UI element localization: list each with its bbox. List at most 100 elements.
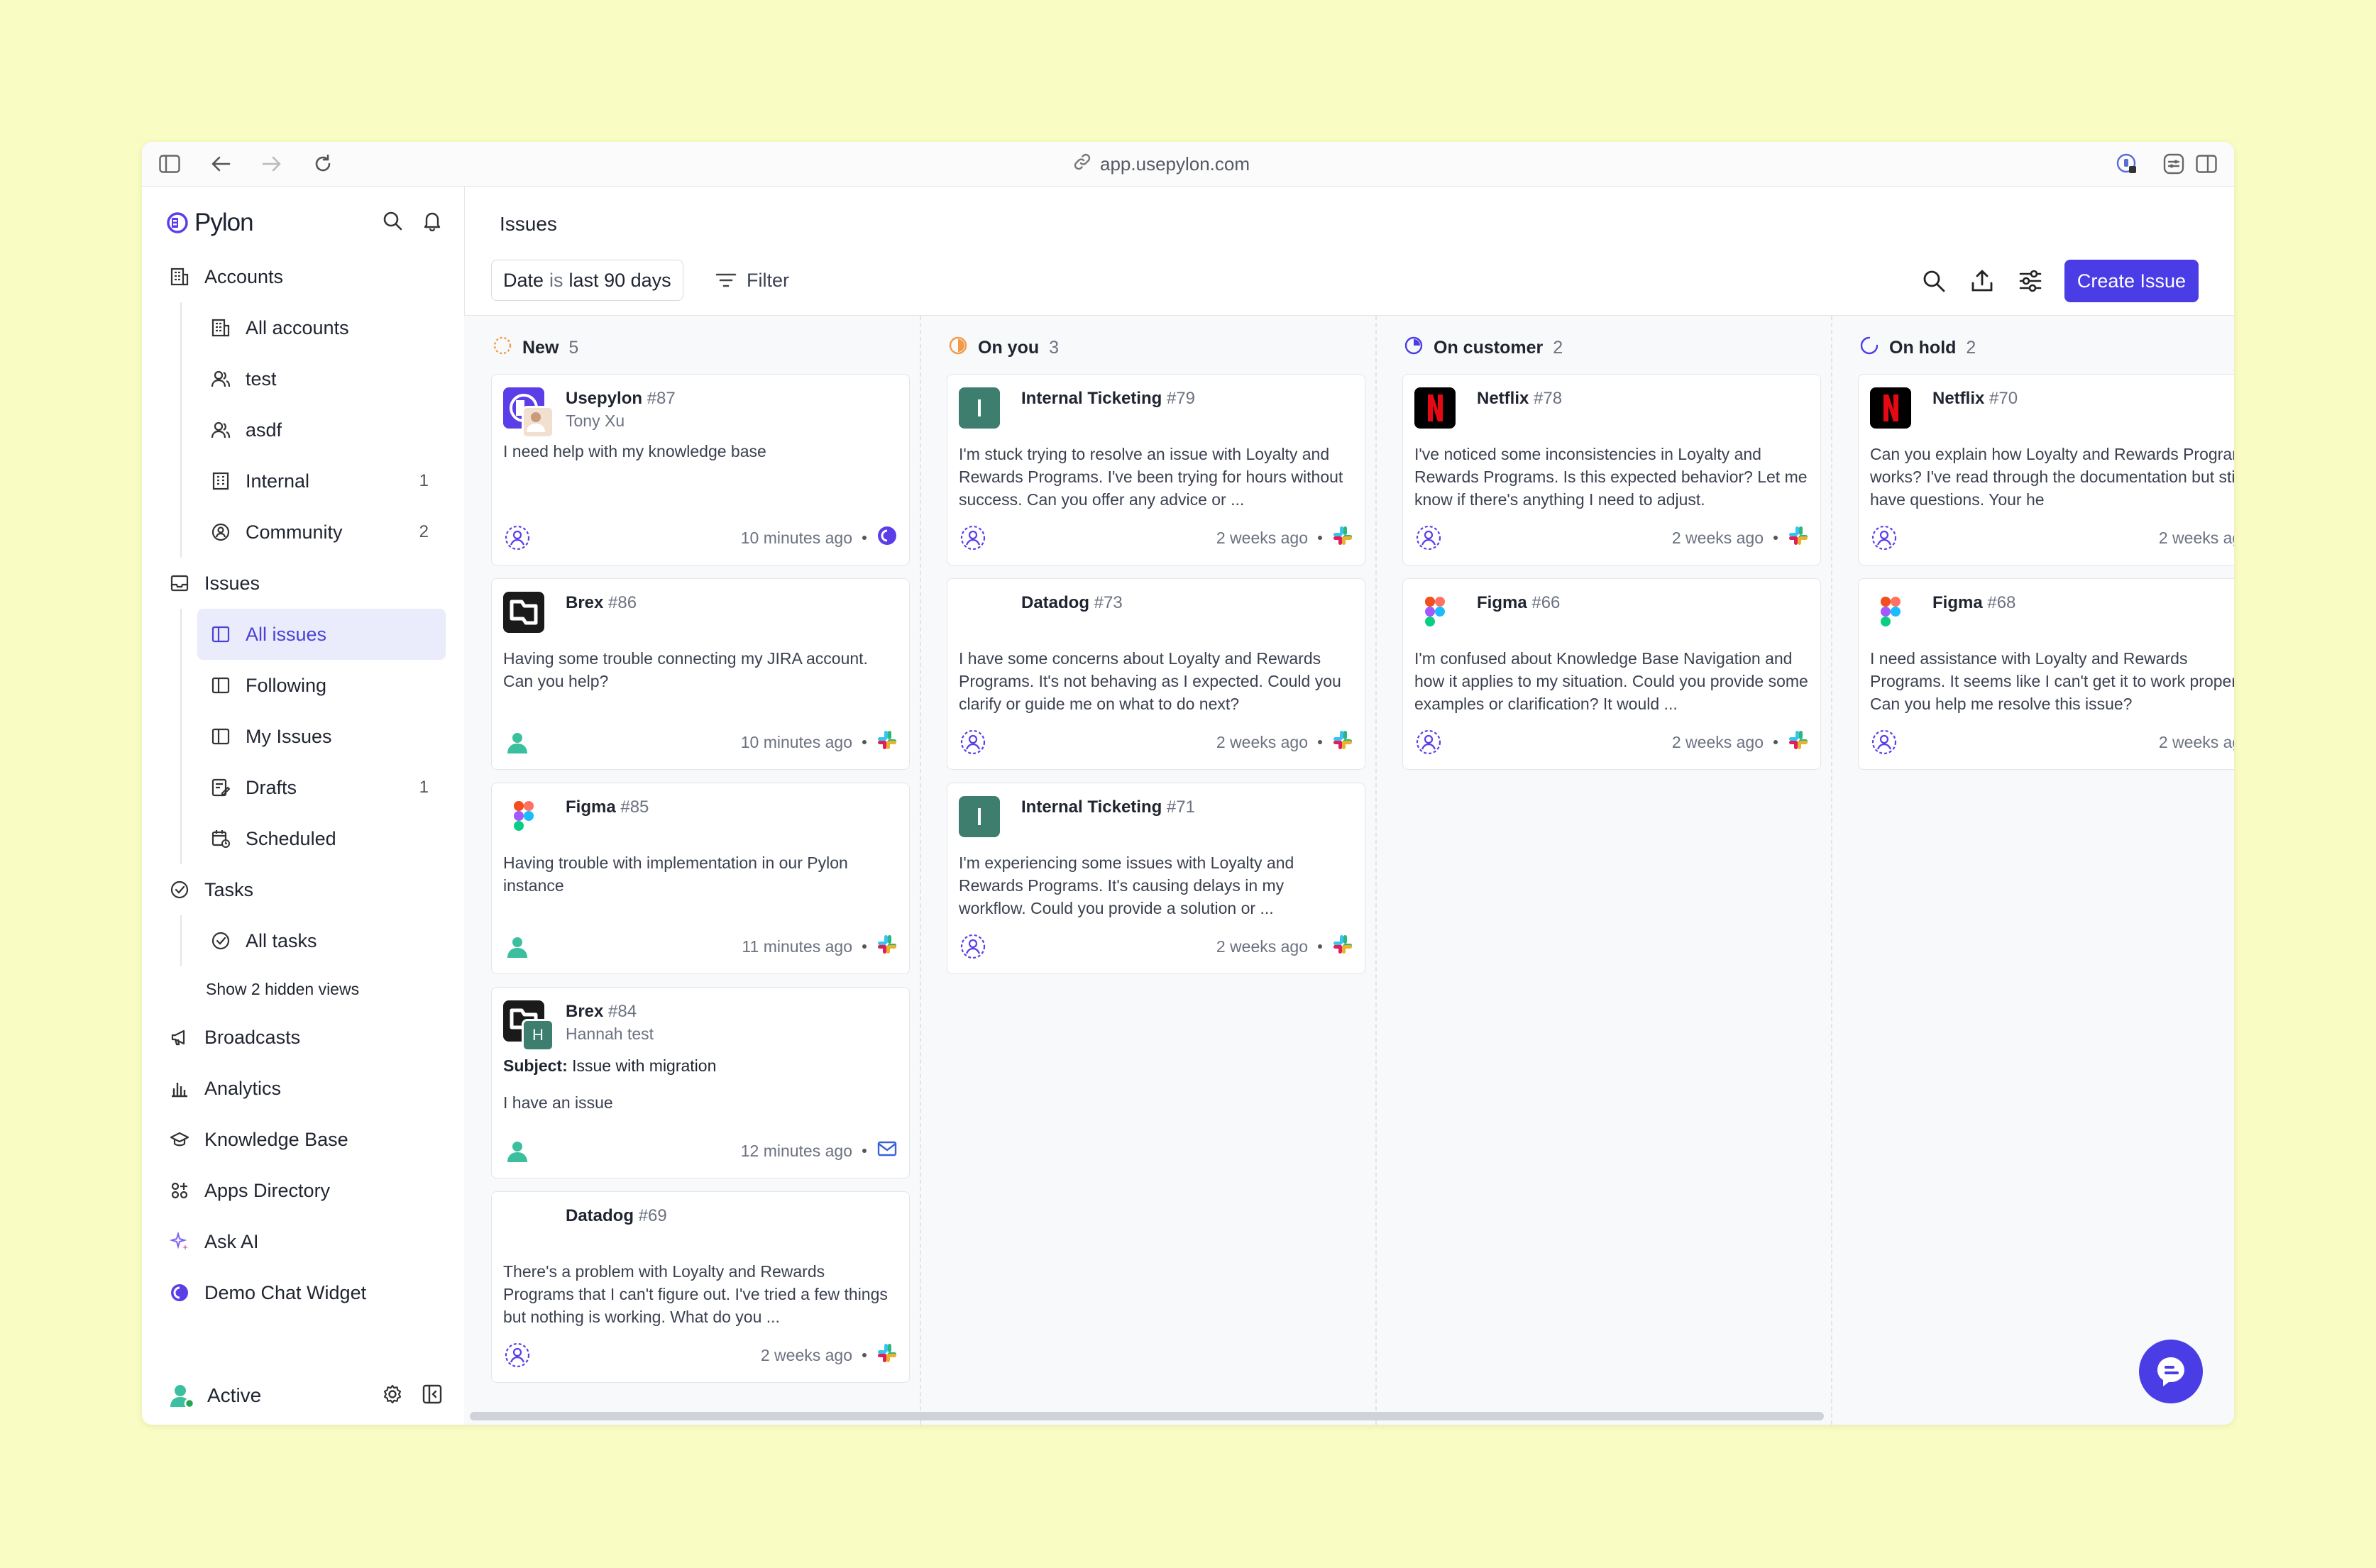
column-header[interactable]: On hold 2 bbox=[1859, 336, 1976, 360]
issue-number: #73 bbox=[1094, 593, 1123, 612]
board-column-new: New 5 Usepylon #87 Tony Xu I need help with … bbox=[464, 316, 921, 1425]
password-extension-icon[interactable] bbox=[2115, 152, 2139, 176]
issue-timestamp: 2 weeks ago bbox=[2158, 528, 2234, 547]
sidebar-item-label: Internal bbox=[246, 470, 310, 492]
assignee-icon[interactable] bbox=[503, 1341, 532, 1369]
separator-dot bbox=[862, 1353, 867, 1357]
split-view-icon[interactable] bbox=[2194, 152, 2218, 176]
issue-card[interactable]: Brex #86 Having some trouble connecting m… bbox=[491, 578, 910, 770]
sidebar-item-my-issues[interactable]: My Issues bbox=[162, 711, 446, 762]
view-settings-icon[interactable] bbox=[2016, 267, 2045, 295]
issue-timestamp: 10 minutes ago bbox=[740, 732, 852, 751]
issue-card[interactable]: Datadog #73 I have some concerns about Lo… bbox=[947, 578, 1365, 770]
assignee-icon[interactable] bbox=[1870, 524, 1898, 552]
board-search-icon[interactable] bbox=[1920, 267, 1948, 295]
issue-card[interactable]: Internal Ticketing #71 I'm experiencing s… bbox=[947, 783, 1365, 974]
assignee-icon[interactable] bbox=[959, 524, 987, 552]
search-icon[interactable] bbox=[382, 210, 403, 235]
issue-card[interactable]: Usepylon #87 Tony Xu I need help with my k… bbox=[491, 374, 910, 565]
assignee-icon[interactable] bbox=[503, 1137, 532, 1165]
issue-card[interactable]: Datadog #69 There's a problem with Loyalt… bbox=[491, 1191, 910, 1383]
sidebar-item-all-issues[interactable]: All issues bbox=[197, 609, 446, 660]
account-name: Usepylon bbox=[566, 389, 643, 408]
column-header[interactable]: New 5 bbox=[493, 336, 578, 360]
slack-icon bbox=[876, 934, 898, 959]
sidebar-item-broadcasts[interactable]: Broadcasts bbox=[162, 1012, 446, 1063]
issue-card[interactable]: Netflix #70 Can you explain how Loyalty a… bbox=[1858, 374, 2234, 565]
assignee-icon[interactable] bbox=[503, 932, 532, 961]
collapse-sidebar-icon[interactable] bbox=[422, 1384, 443, 1410]
check-circle-icon bbox=[210, 930, 231, 951]
sidebar-item-label: Broadcasts bbox=[204, 1026, 301, 1048]
issue-card[interactable]: Figma #85 Having trouble with implementat… bbox=[491, 783, 910, 974]
sidebar-item-test[interactable]: test bbox=[162, 353, 446, 404]
filter-icon bbox=[715, 273, 737, 287]
status-icon bbox=[493, 336, 512, 360]
assignee-icon[interactable] bbox=[959, 932, 987, 961]
sidebar-toggle-icon[interactable] bbox=[158, 152, 182, 176]
account-name: Figma bbox=[1477, 593, 1527, 612]
settings-gear-icon[interactable] bbox=[382, 1384, 403, 1410]
sidebar-nav: Accounts All accounts test asdf Internal 1 Com… bbox=[162, 251, 446, 1318]
date-filter-chip[interactable]: Date is last 90 days bbox=[491, 260, 683, 301]
horizontal-scrollbar[interactable] bbox=[470, 1412, 1824, 1420]
status-text[interactable]: Active bbox=[207, 1384, 261, 1407]
issues-board: On hold 2 Netflix #70 Can you explain how L… bbox=[464, 315, 2234, 1425]
board-icon bbox=[210, 726, 231, 747]
sidebar-item-knowledge-base[interactable]: Knowledge Base bbox=[162, 1114, 446, 1165]
sidebar-item-drafts[interactable]: Drafts 1 bbox=[162, 762, 446, 813]
sidebar-item-following[interactable]: Following bbox=[162, 660, 446, 711]
export-icon[interactable] bbox=[1968, 267, 1996, 295]
back-icon[interactable] bbox=[209, 152, 233, 176]
create-issue-button[interactable]: Create Issue bbox=[2064, 260, 2199, 302]
sidebar-item-community[interactable]: Community 2 bbox=[162, 507, 446, 558]
chat-widget-button[interactable] bbox=[2139, 1340, 2203, 1403]
email-icon bbox=[876, 1138, 898, 1164]
assignee-icon[interactable] bbox=[1414, 728, 1443, 756]
assignee-icon[interactable] bbox=[503, 728, 532, 756]
sidebar-item-tasks[interactable]: Tasks bbox=[162, 864, 446, 915]
column-header[interactable]: On you 3 bbox=[948, 336, 1059, 360]
sidebar-item-demo-chat-widget[interactable]: Demo Chat Widget bbox=[162, 1267, 446, 1318]
brand-name: Pylon bbox=[194, 209, 254, 236]
sidebar-item-asdf[interactable]: asdf bbox=[162, 404, 446, 456]
sidebar-item-apps-directory[interactable]: Apps Directory bbox=[162, 1165, 446, 1216]
requester-avatar bbox=[522, 406, 554, 438]
column-header[interactable]: On customer 2 bbox=[1404, 336, 1563, 360]
issue-card[interactable]: Netflix #78 I've noticed some inconsisten… bbox=[1402, 374, 1821, 565]
sidebar-item-count: 1 bbox=[419, 471, 429, 490]
reload-icon[interactable] bbox=[311, 152, 335, 176]
sidebar-item-scheduled[interactable]: Scheduled bbox=[162, 813, 446, 864]
sidebar-item-issues[interactable]: Issues bbox=[162, 558, 446, 609]
megaphone-icon bbox=[169, 1027, 190, 1048]
forward-icon[interactable] bbox=[260, 152, 284, 176]
brand[interactable]: Pylon bbox=[166, 209, 254, 237]
bell-icon[interactable] bbox=[422, 210, 443, 235]
sidebar-item-accounts[interactable]: Accounts bbox=[162, 251, 446, 302]
sidebar-item-all-tasks[interactable]: All tasks bbox=[162, 915, 446, 966]
slack-icon bbox=[1788, 525, 1809, 551]
issue-card[interactable]: Figma #68 I need assistance with Loyalty … bbox=[1858, 578, 2234, 770]
extension-icon[interactable] bbox=[2162, 152, 2186, 176]
assignee-icon[interactable] bbox=[959, 728, 987, 756]
sidebar-item-analytics[interactable]: Analytics bbox=[162, 1063, 446, 1114]
assignee-icon[interactable] bbox=[503, 524, 532, 552]
issue-body: Having some trouble connecting my JIRA a… bbox=[503, 649, 868, 690]
sidebar-footer: Active bbox=[142, 1367, 464, 1425]
filter-button[interactable]: Filter bbox=[715, 260, 789, 301]
account-name: Internal Ticketing bbox=[1021, 389, 1162, 408]
address-bar[interactable]: app.usepylon.com bbox=[1073, 150, 1250, 177]
issue-card[interactable]: Figma #66 I'm confused about Knowledge Ba… bbox=[1402, 578, 1821, 770]
sidebar-item-ask-ai[interactable]: Ask AI bbox=[162, 1216, 446, 1267]
issue-card[interactable]: Internal Ticketing #79 I'm stuck trying t… bbox=[947, 374, 1365, 565]
issue-timestamp: 2 weeks ago bbox=[1671, 528, 1764, 547]
assignee-icon[interactable] bbox=[1870, 728, 1898, 756]
issue-card[interactable]: H Brex #84 Hannah test Subject: Issue with … bbox=[491, 987, 910, 1178]
separator-dot bbox=[862, 1149, 867, 1153]
sidebar-item-all-accounts[interactable]: All accounts bbox=[162, 302, 446, 353]
slack-icon bbox=[1788, 729, 1809, 755]
sidebar-item-show-2-hidden-views[interactable]: Show 2 hidden views bbox=[162, 966, 446, 1012]
user-avatar-icon[interactable] bbox=[169, 1383, 195, 1409]
sidebar-item-internal[interactable]: Internal 1 bbox=[162, 456, 446, 507]
assignee-icon[interactable] bbox=[1414, 524, 1443, 552]
